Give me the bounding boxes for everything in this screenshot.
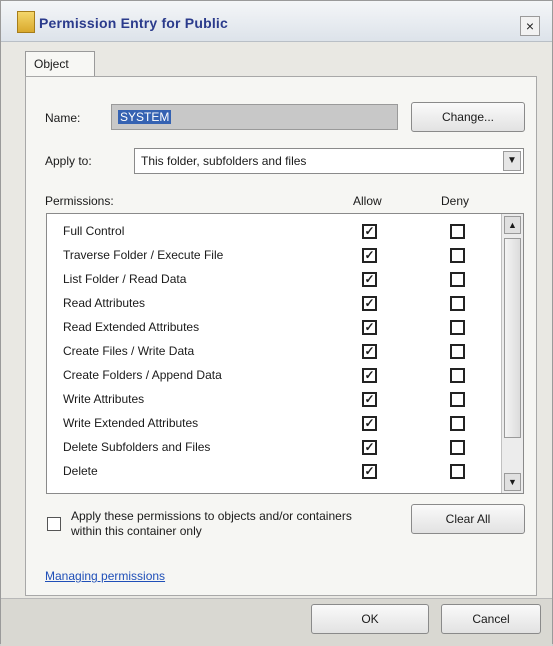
permission-row: Delete Subfolders and Files ✓ [47, 436, 499, 460]
permission-row: Read Attributes ✓ [47, 292, 499, 316]
allow-checkbox[interactable]: ✓ [362, 464, 377, 479]
allow-checkbox[interactable]: ✓ [362, 272, 377, 287]
deny-checkbox[interactable] [450, 464, 465, 479]
permission-name: Write Extended Attributes [63, 416, 199, 430]
name-field[interactable]: SYSTEM [111, 104, 398, 130]
cancel-button[interactable]: Cancel [441, 604, 541, 634]
tab-object[interactable]: Object [25, 51, 95, 77]
allow-checkbox[interactable]: ✓ [362, 392, 377, 407]
allow-checkbox[interactable]: ✓ [362, 368, 377, 383]
permission-name: Full Control [63, 224, 125, 238]
permission-name: Create Folders / Append Data [63, 368, 222, 382]
apply-inherit-label: Apply these permissions to objects and/o… [71, 509, 352, 538]
clear-all-button[interactable]: Clear All [411, 504, 525, 534]
name-value: SYSTEM [118, 110, 172, 124]
name-label: Name: [45, 111, 81, 125]
deny-checkbox[interactable] [450, 224, 465, 239]
permission-name: List Folder / Read Data [63, 272, 187, 286]
managing-permissions-link[interactable]: Managing permissions [45, 569, 165, 583]
deny-checkbox[interactable] [450, 272, 465, 287]
permission-row: Create Files / Write Data ✓ [47, 340, 499, 364]
change-button[interactable]: Change... [411, 102, 525, 132]
allow-checkbox[interactable]: ✓ [362, 320, 377, 335]
folder-icon [17, 11, 35, 33]
deny-checkbox[interactable] [450, 392, 465, 407]
deny-checkbox[interactable] [450, 440, 465, 455]
deny-checkbox[interactable] [450, 248, 465, 263]
allow-checkbox[interactable]: ✓ [362, 440, 377, 455]
allow-checkbox[interactable]: ✓ [362, 296, 377, 311]
permission-row: Write Attributes ✓ [47, 388, 499, 412]
deny-checkbox[interactable] [450, 320, 465, 335]
permission-row: Traverse Folder / Execute File ✓ [47, 244, 499, 268]
allow-checkbox[interactable]: ✓ [362, 416, 377, 431]
permissions-header: Permissions: [45, 194, 114, 208]
permission-row: Delete ✓ [47, 460, 499, 484]
deny-checkbox[interactable] [450, 416, 465, 431]
permission-name: Delete [63, 464, 98, 478]
dropdown-arrow-icon[interactable]: ▼ [503, 151, 521, 171]
scrollbar[interactable]: ▲ ▼ [501, 214, 523, 493]
permission-name: Traverse Folder / Execute File [63, 248, 224, 262]
title-bar: Permission Entry for Public × [1, 1, 552, 42]
deny-header: Deny [441, 194, 470, 208]
permission-row: Read Extended Attributes ✓ [47, 316, 499, 340]
deny-checkbox[interactable] [450, 296, 465, 311]
permission-row: Full Control ✓ [47, 220, 499, 244]
permission-name: Read Extended Attributes [63, 320, 200, 334]
allow-checkbox[interactable]: ✓ [362, 224, 377, 239]
permission-name: Delete Subfolders and Files [63, 440, 211, 454]
permission-name: Read Attributes [63, 296, 146, 310]
window-title: Permission Entry for Public [39, 15, 228, 31]
permission-entry-dialog: Permission Entry for Public × Object Nam… [0, 0, 553, 646]
permission-name: Write Attributes [63, 392, 145, 406]
scroll-down-arrow-icon[interactable]: ▼ [504, 473, 521, 491]
permission-row: Write Extended Attributes ✓ [47, 412, 499, 436]
close-button[interactable]: × [520, 16, 540, 36]
allow-checkbox[interactable]: ✓ [362, 248, 377, 263]
allow-header: Allow [353, 194, 382, 208]
scroll-up-arrow-icon[interactable]: ▲ [504, 216, 521, 234]
apply-to-select[interactable]: This folder, subfolders and files ▼ [134, 148, 524, 174]
deny-checkbox[interactable] [450, 344, 465, 359]
allow-checkbox[interactable]: ✓ [362, 344, 377, 359]
apply-to-value: This folder, subfolders and files [141, 154, 307, 168]
permissions-list: ▲ ▼ Full Control ✓ Traverse Folder / Execu… [46, 213, 524, 494]
apply-to-label: Apply to: [45, 154, 92, 168]
scroll-thumb[interactable] [504, 238, 521, 438]
permission-row: Create Folders / Append Data ✓ [47, 364, 499, 388]
permission-row: List Folder / Read Data ✓ [47, 268, 499, 292]
deny-checkbox[interactable] [450, 368, 465, 383]
apply-inherit-checkbox[interactable] [47, 517, 61, 531]
ok-button[interactable]: OK [311, 604, 429, 634]
permission-name: Create Files / Write Data [63, 344, 195, 358]
